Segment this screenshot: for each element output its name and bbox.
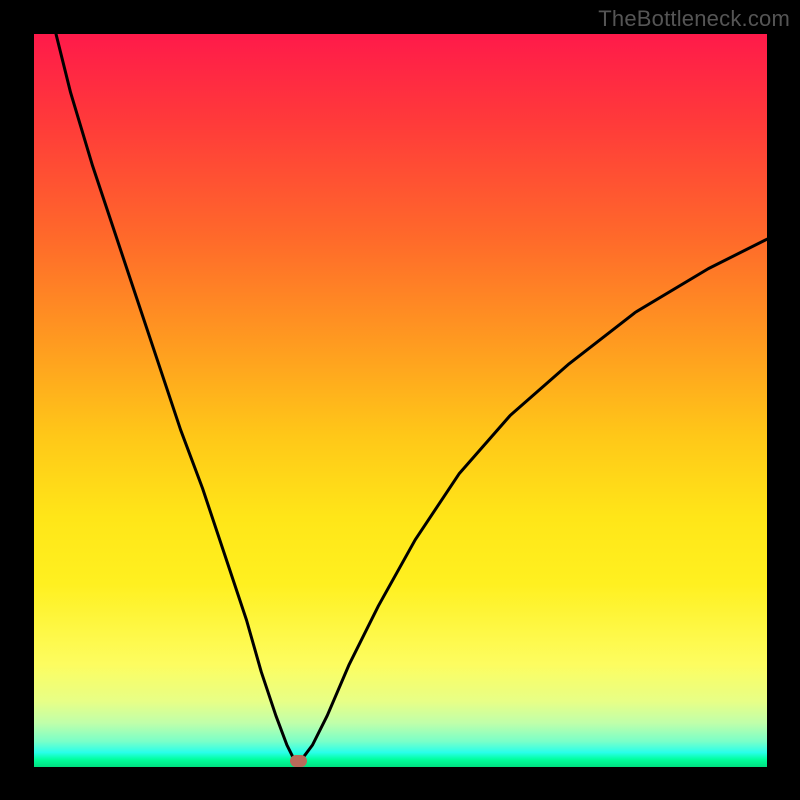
watermark-text: TheBottleneck.com <box>598 6 790 32</box>
chart-plot-area <box>34 34 767 767</box>
minimum-marker <box>290 755 307 767</box>
bottleneck-curve <box>34 34 767 767</box>
